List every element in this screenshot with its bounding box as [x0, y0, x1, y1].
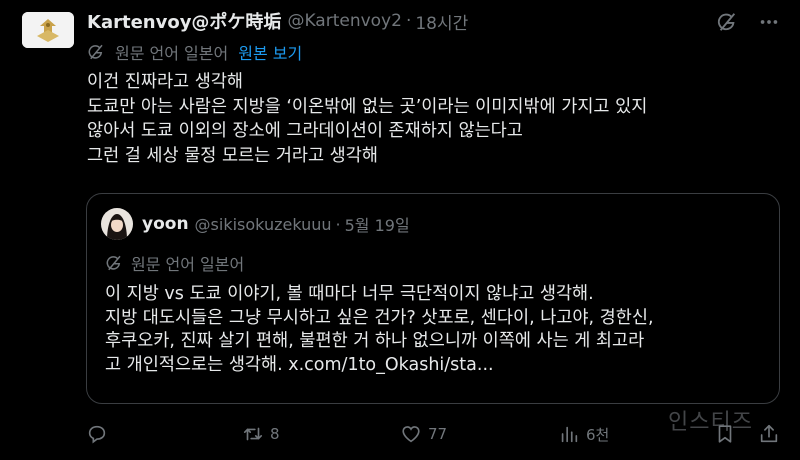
- views-count: 6천: [586, 425, 610, 444]
- quote-text-line: 후쿠오카, 진짜 살기 편해, 불편한 거 하나 없으니까 이쪽에 사는 게 최…: [105, 331, 645, 351]
- author-display-name[interactable]: Kartenvoy@ポケ時垢: [87, 8, 281, 34]
- more-icon[interactable]: [758, 11, 780, 33]
- quote-date[interactable]: 5월 19일: [345, 212, 410, 236]
- quote-text-line: 지방 대도시들은 그냥 무시하고 싶은 건가? 삿포로, 센다이, 나고야, 경…: [105, 307, 654, 328]
- share-icon: [760, 424, 778, 443]
- tweet-text: 이건 진짜라고 생각해 도쿄만 아는 사람은 지방을 ‘이온밖에 없는 곳’이라…: [87, 70, 777, 168]
- share-button[interactable]: [758, 420, 786, 448]
- author-handle[interactable]: @Kartenvoy2: [287, 11, 402, 31]
- views-icon: [561, 426, 578, 443]
- separator-dot: ·: [335, 214, 341, 234]
- heart-icon: [402, 426, 420, 443]
- quote-text-line: 고 개인적으로는 생각해. x.com/1to_Okashi/sta...: [105, 354, 494, 375]
- quote-header: yoon @sikisokuzekuuu · 5월 19일: [101, 208, 410, 240]
- author-avatar[interactable]: [22, 12, 74, 48]
- translate-icon: [88, 44, 103, 60]
- quote-author-name[interactable]: yoon: [142, 214, 189, 234]
- retweet-icon: [243, 427, 263, 441]
- retweet-button[interactable]: 8: [242, 420, 280, 448]
- tweet-text-line: 도쿄만 아는 사람은 지방을 ‘이온밖에 없는 곳’이라는 이미지밖에 가지고 …: [87, 96, 648, 117]
- tweet-text-line: 않아서 도쿄 이외의 장소에 그라데이션이 존재하지 않는다고: [87, 121, 523, 141]
- source-language: 원문 언어 일본어: [115, 44, 229, 63]
- show-original-link[interactable]: 원본 보기: [238, 40, 302, 64]
- tweet-text-line: 이건 진짜라고 생각해: [87, 72, 244, 92]
- quote-source-language: 원문 언어 일본어: [131, 255, 245, 274]
- reply-icon: [88, 425, 106, 444]
- views-button[interactable]: 6천: [558, 420, 609, 448]
- quoted-tweet[interactable]: yoon @sikisokuzekuuu · 5월 19일 원문 언어 일본어 …: [86, 193, 780, 404]
- translation-notice: 원문 언어 일본어 원본 보기: [87, 40, 302, 64]
- tweet-text-line: 그런 걸 세상 물정 모르는 거라고 생각해: [87, 145, 378, 166]
- bookmark-icon: [718, 425, 732, 443]
- quote-translation-notice: 원문 언어 일본어: [105, 251, 244, 275]
- quote-text-line: 이 지방 vs 도쿄 이야기, 볼 때마다 너무 극단적이지 않냐고 생각해.: [105, 284, 594, 304]
- grok-icon[interactable]: [716, 11, 738, 33]
- bookmark-button[interactable]: [714, 420, 742, 448]
- translate-icon: [106, 255, 121, 271]
- tweet-actions: 8 77 6천: [86, 420, 786, 448]
- like-count: 77: [428, 425, 448, 443]
- reply-button[interactable]: [86, 420, 114, 448]
- separator-dot: ·: [405, 11, 412, 31]
- retweet-count: 8: [270, 425, 280, 443]
- quote-author-avatar[interactable]: [101, 208, 133, 240]
- tweet-timestamp[interactable]: 18시간: [415, 9, 468, 34]
- quote-text: 이 지방 vs 도쿄 이야기, 볼 때마다 너무 극단적이지 않냐고 생각해. …: [105, 283, 765, 377]
- tweet-header: Kartenvoy@ポケ時垢 @Kartenvoy2 · 18시간: [87, 8, 468, 34]
- like-button[interactable]: 77: [400, 420, 447, 448]
- tweet-top-actions: [716, 11, 780, 33]
- quote-author-handle[interactable]: @sikisokuzekuuu: [195, 215, 332, 234]
